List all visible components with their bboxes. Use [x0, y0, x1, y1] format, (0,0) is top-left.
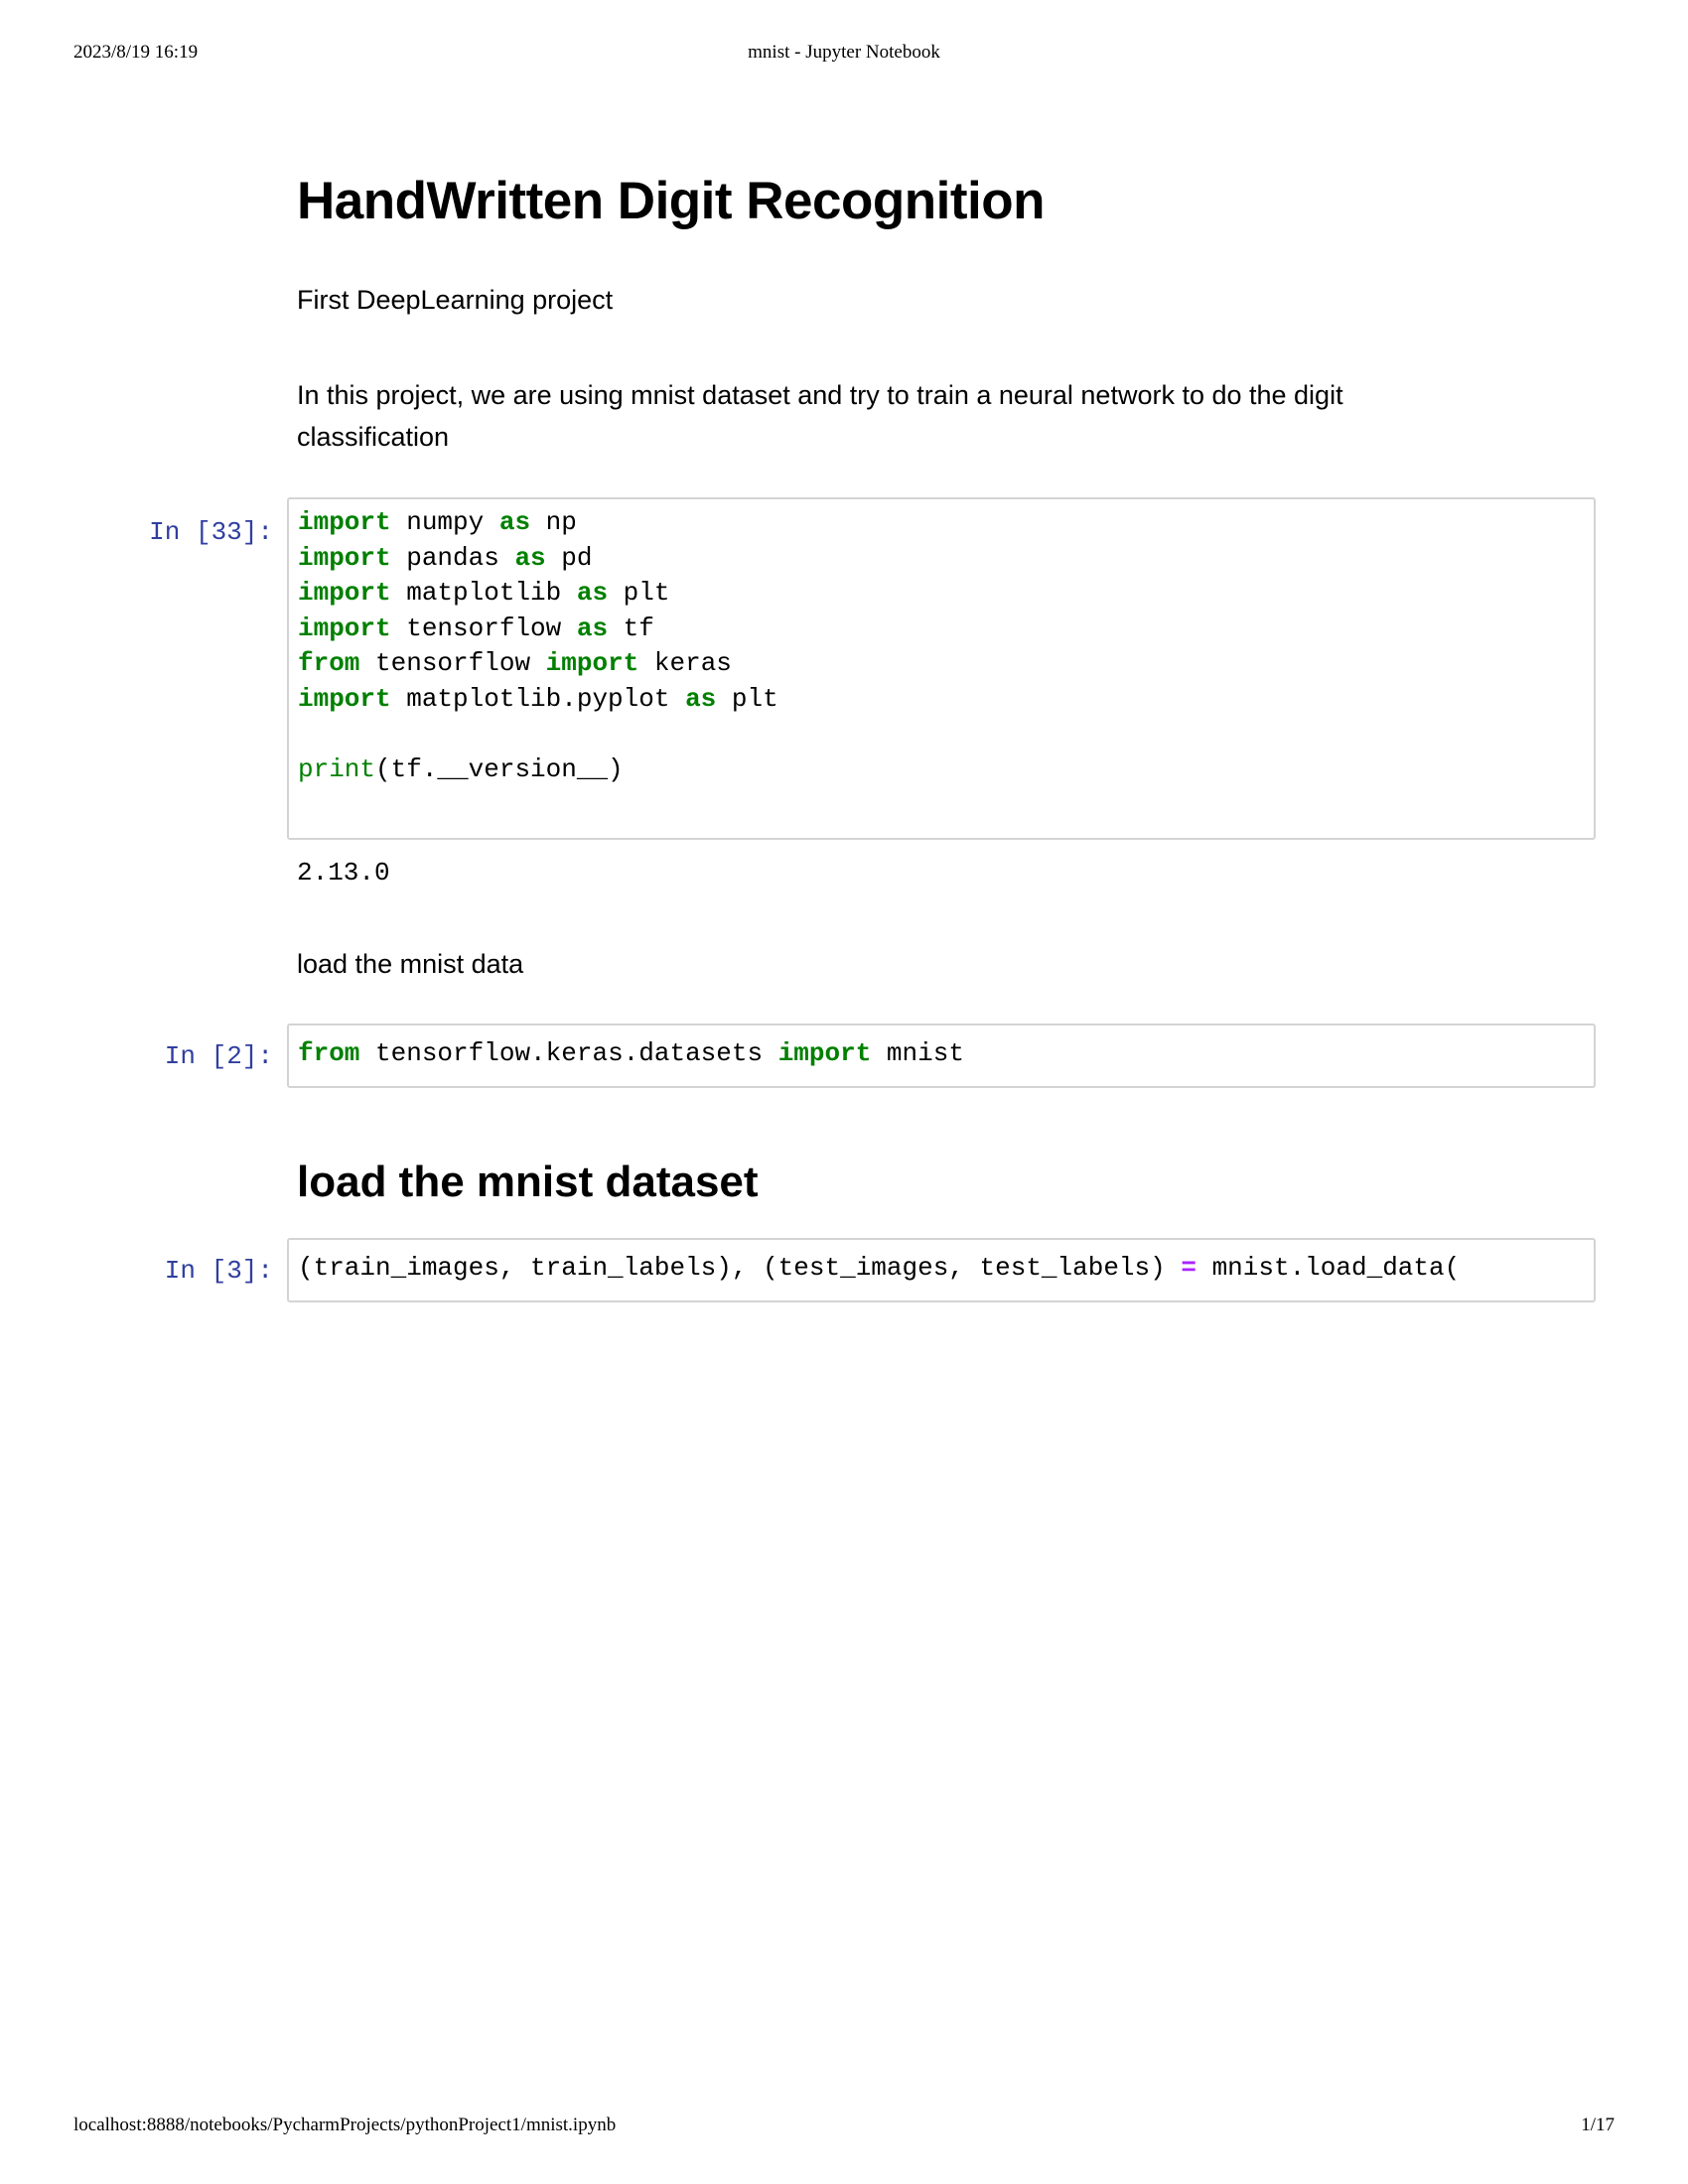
print-page-number: 1/17 [1581, 2115, 1615, 2135]
code-builtin: print [298, 753, 376, 784]
markdown-subtitle: First DeepLearning project [297, 285, 614, 315]
code-text: pandas [390, 542, 515, 573]
code-text: mnist.load_data( [1196, 1253, 1461, 1283]
code-keyword: import [298, 613, 391, 643]
code-keyword: from [298, 648, 360, 678]
code-text: keras [638, 648, 732, 678]
code-line: import tensorflow as tf [298, 612, 1594, 647]
markdown-intro-line-1: In this project, we are using mnist data… [297, 380, 1343, 410]
code-text: np [530, 507, 577, 537]
code-text: mnist [871, 1038, 964, 1068]
code-cell-1[interactable]: import numpy as np import pandas as pd imp… [287, 497, 1596, 840]
markdown-text: load the mnist data [297, 949, 524, 979]
code-cell-2[interactable]: from tensorflow.keras.datasets import mn… [287, 1024, 1596, 1088]
markdown-intro-line-2: classification [297, 422, 450, 452]
code-text: (train_images, train_labels), (test_imag… [298, 1253, 1182, 1283]
code-text: matplotlib.pyplot [390, 683, 686, 714]
code-line: import matplotlib as plt [298, 576, 1594, 612]
code-text: pd [545, 542, 593, 573]
code-editor[interactable]: import numpy as np import pandas as pd imp… [289, 499, 1594, 787]
print-url: localhost:8888/notebooks/PycharmProjects… [73, 2115, 617, 2135]
code-keyword: import [298, 542, 391, 573]
notebook-title: HandWritten Digit Recognition [297, 172, 1045, 230]
code-editor[interactable]: from tensorflow.keras.datasets import mn… [289, 1025, 1594, 1072]
cell-prompt: In [33]: [149, 517, 273, 547]
code-text: numpy [390, 507, 499, 537]
cell-prompt: In [3]: [164, 1256, 273, 1286]
code-keyword: import [298, 507, 391, 537]
markdown-heading: load the mnist dataset [297, 1158, 759, 1206]
cell-output: 2.13.0 [297, 858, 390, 887]
code-keyword: as [576, 578, 609, 608]
code-line: (train_images, train_labels), (test_imag… [298, 1251, 1594, 1287]
code-keyword: as [685, 683, 717, 714]
code-keyword: import [298, 578, 391, 608]
code-line: from tensorflow import keras [298, 646, 1594, 682]
code-keyword: import [545, 648, 639, 678]
code-line: import matplotlib.pyplot as plt [298, 682, 1594, 718]
code-text: tensorflow [359, 648, 546, 678]
code-editor[interactable]: (train_images, train_labels), (test_imag… [289, 1240, 1594, 1287]
code-keyword: from [298, 1038, 360, 1068]
code-operator: = [1181, 1253, 1196, 1283]
code-text: tf [608, 613, 654, 643]
code-line: print(tf.__version__) [298, 752, 1594, 788]
code-keyword: import [298, 683, 391, 714]
code-keyword: as [514, 542, 546, 573]
code-text: tensorflow [390, 613, 577, 643]
code-line: from tensorflow.keras.datasets import mn… [298, 1036, 1594, 1072]
code-text: plt [716, 683, 778, 714]
code-text: (tf.__version__) [375, 753, 624, 784]
code-cell-3[interactable]: (train_images, train_labels), (test_imag… [287, 1238, 1596, 1302]
code-text: tensorflow.keras.datasets [359, 1038, 778, 1068]
code-keyword: as [498, 507, 531, 537]
code-text: matplotlib [390, 578, 577, 608]
code-keyword: import [777, 1038, 872, 1068]
code-text: plt [608, 578, 670, 608]
code-line: import pandas as pd [298, 541, 1594, 577]
print-doc-title: mnist - Jupyter Notebook [748, 42, 940, 63]
code-line: import numpy as np [298, 505, 1594, 541]
code-keyword: as [576, 613, 609, 643]
cell-prompt: In [2]: [164, 1041, 273, 1071]
